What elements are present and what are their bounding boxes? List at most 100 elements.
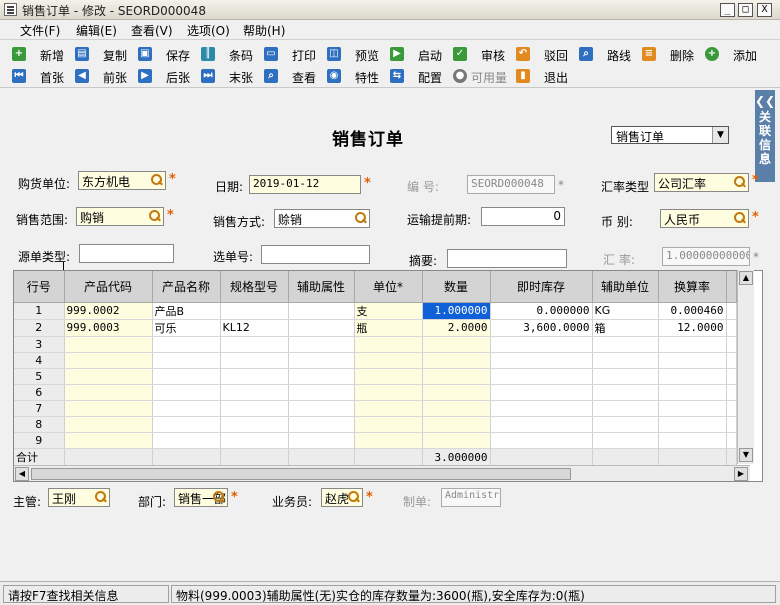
grid-cell[interactable] [354,336,423,353]
scroll-left-icon[interactable]: ◀ [15,467,29,481]
close-button[interactable]: X [757,3,772,17]
grid-cell[interactable] [64,432,153,449]
grid-cell[interactable] [354,384,423,401]
grid-cell[interactable] [152,384,221,401]
col-header-unit[interactable]: 单位* [354,271,423,303]
method-field[interactable]: 赊销 [274,209,370,228]
grid-cell[interactable] [592,416,659,433]
summary-field[interactable] [447,249,567,268]
grid-cell[interactable] [490,336,593,353]
col-header-rate[interactable]: 换算率 [658,271,727,303]
grid-cell[interactable] [220,416,289,433]
dept-field[interactable]: 销售一部 [174,488,228,507]
order-lines-grid[interactable]: 行号 产品代码 产品名称 规格型号 辅助属性 单位* 数量 即时库存 辅助单位 … [13,270,763,482]
grid-cell[interactable]: KL12 [220,319,289,337]
table-row[interactable]: 5 [14,368,737,385]
table-row[interactable]: 6 [14,384,737,401]
grid-cell[interactable] [288,336,355,353]
search-icon[interactable] [353,211,368,225]
col-header-stock[interactable]: 即时库存 [490,271,593,303]
grid-cell[interactable] [354,432,423,449]
grid-cell[interactable]: KG [592,302,659,320]
col-header-aux-unit[interactable]: 辅助单位 [592,271,659,303]
grid-cell[interactable] [152,352,221,369]
search-icon[interactable] [211,490,226,504]
menu-view[interactable]: 查看(V) [131,22,173,39]
grid-cell[interactable]: 3,600.0000 [490,319,593,337]
grid-cell[interactable] [220,384,289,401]
grid-cell[interactable] [220,368,289,385]
grid-cell[interactable] [288,416,355,433]
menu-options[interactable]: 选项(O) [187,22,230,39]
scope-field[interactable]: 购销 [76,207,164,226]
grid-cell[interactable] [592,336,659,353]
grid-cell[interactable] [220,400,289,417]
grid-cell[interactable]: 0.000000 [490,302,593,320]
grid-cell[interactable] [354,368,423,385]
grid-cell[interactable] [490,352,593,369]
grid-cell[interactable] [152,336,221,353]
grid-cell[interactable]: 999.0003 [64,319,153,337]
grid-cell[interactable] [288,352,355,369]
grid-cell[interactable]: 支 [354,302,423,320]
grid-cell[interactable] [490,416,593,433]
lead-time-field[interactable]: 0 [481,207,565,226]
search-icon[interactable] [346,490,361,504]
grid-cell[interactable]: 0.000460 [658,302,727,320]
maximize-button[interactable]: □ [738,3,753,17]
grid-cell[interactable] [64,368,153,385]
scroll-up-icon[interactable]: ▲ [739,271,753,285]
grid-cell[interactable] [422,400,491,417]
source-type-field[interactable] [79,244,174,263]
search-icon[interactable] [149,173,164,187]
grid-cell[interactable] [592,432,659,449]
grid-cell[interactable] [422,352,491,369]
col-header-qty[interactable]: 数量 [422,271,491,303]
scroll-down-icon[interactable]: ▼ [739,448,753,462]
grid-cell[interactable] [490,384,593,401]
rate-type-field[interactable]: 公司汇率 [654,173,749,192]
buyer-field[interactable]: 东方机电 [78,171,166,190]
grid-cell[interactable] [658,416,727,433]
grid-cell[interactable] [354,416,423,433]
table-row[interactable]: 9 [14,432,737,449]
manager-field[interactable]: 王刚 [48,488,110,507]
table-row[interactable]: 7 [14,400,737,417]
minimize-button[interactable]: _ [720,3,735,17]
table-row[interactable]: 1 999.0002 产品B 支 1.000000 0.000000 KG 0.000460 [14,302,737,320]
grid-cell[interactable]: 12.0000 [658,319,727,337]
grid-cell[interactable] [658,400,727,417]
col-header-code[interactable]: 产品代码 [64,271,153,303]
grid-cell[interactable] [422,368,491,385]
search-icon[interactable] [732,175,747,189]
grid-cell[interactable] [64,416,153,433]
grid-cell[interactable] [152,416,221,433]
grid-cell[interactable] [288,384,355,401]
date-field[interactable]: 2019-01-12 [249,175,361,194]
grid-cell[interactable] [658,336,727,353]
grid-cell[interactable] [490,368,593,385]
grid-cell[interactable] [288,302,355,320]
grid-cell[interactable] [220,432,289,449]
menu-file[interactable]: 文件(F) [20,22,60,39]
grid-cell[interactable] [220,302,289,320]
grid-cell[interactable] [288,319,355,337]
grid-cell[interactable] [592,400,659,417]
col-header-attr[interactable]: 辅助属性 [288,271,355,303]
grid-cell[interactable] [152,368,221,385]
grid-cell[interactable] [64,336,153,353]
grid-cell[interactable] [64,400,153,417]
menu-help[interactable]: 帮助(H) [243,22,285,39]
grid-cell[interactable] [422,336,491,353]
dropdown-arrow-icon[interactable]: ▼ [712,127,728,143]
grid-cell[interactable] [592,368,659,385]
currency-field[interactable]: 人民币 [660,209,749,228]
grid-cell[interactable] [658,368,727,385]
salesperson-field[interactable]: 赵虎 [321,488,363,507]
col-header-line[interactable]: 行号 [14,271,65,303]
grid-horizontal-scrollbar[interactable]: ◀ ▶ [14,465,750,481]
related-info-tab[interactable]: ❮❮ 关联信息 [755,90,775,182]
grid-cell[interactable] [490,400,593,417]
grid-cell[interactable]: 瓶 [354,319,423,337]
order-type-select[interactable]: 销售订单 ▼ [611,126,729,144]
